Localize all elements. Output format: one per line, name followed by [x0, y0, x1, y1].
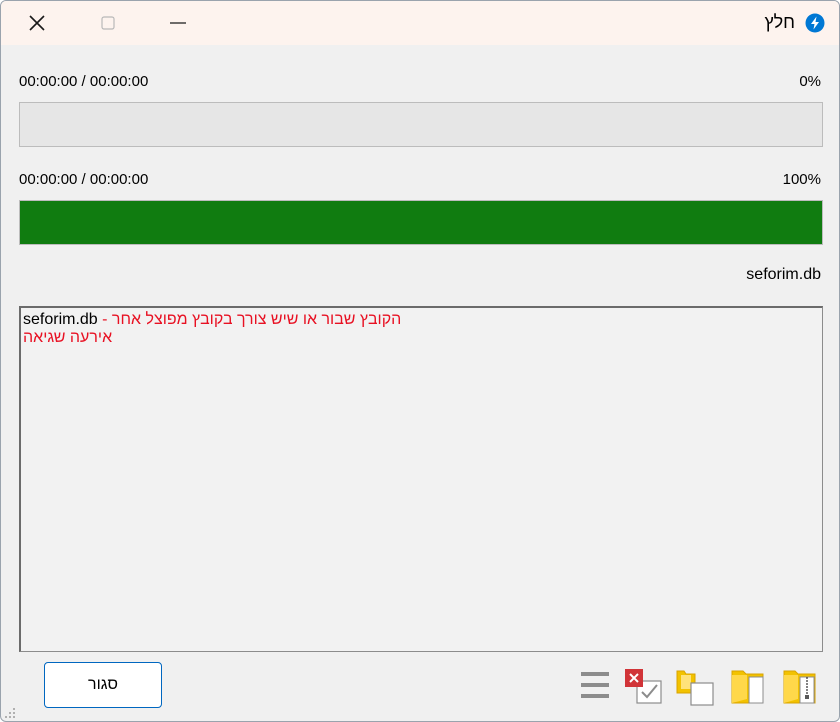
- primary-progress-bar: [19, 102, 823, 147]
- log-entry: seforim.db - הקובץ שבור או שיש צורך בקוב…: [23, 311, 820, 329]
- primary-time-readout: 00:00:00 / 00:00:00: [19, 73, 149, 90]
- menu-icon[interactable]: [577, 665, 617, 707]
- copy-icon[interactable]: [675, 665, 715, 707]
- close-button[interactable]: סגור: [44, 662, 162, 708]
- secondary-progress-bar: [19, 200, 823, 245]
- log-file-name: seforim.db: [23, 311, 98, 328]
- log-error-summary: אירעה שגיאה: [23, 329, 113, 346]
- open-archive-icon[interactable]: [781, 665, 821, 707]
- extract-dialog-window: חלץ 00:00:00 / 00:00:00 0% 00:00:00 / 00…: [0, 0, 840, 722]
- close-window-icon[interactable]: [14, 1, 60, 45]
- minimize-window-icon[interactable]: [155, 1, 201, 45]
- secondary-percent-label: 100%: [782, 171, 821, 188]
- primary-percent-label: 0%: [799, 73, 821, 90]
- open-folder-icon[interactable]: [729, 665, 769, 707]
- maximize-window-icon[interactable]: [85, 1, 131, 45]
- log-output[interactable]: seforim.db - הקובץ שבור או שיש צורך בקוב…: [19, 306, 823, 652]
- log-error-message: הקובץ שבור או שיש צורך בקובץ מפוצל אחר: [111, 311, 402, 328]
- window-title: חלץ: [764, 12, 795, 32]
- secondary-progress-fill: [20, 201, 822, 244]
- current-file-label: seforim.db: [746, 266, 821, 283]
- log-entry: אירעה שגיאה: [23, 329, 820, 347]
- secondary-time-readout: 00:00:00 / 00:00:00: [19, 171, 149, 188]
- clear-errors-icon[interactable]: [623, 665, 663, 707]
- resize-grip-icon[interactable]: [3, 706, 17, 720]
- title-bar: חלץ: [1, 1, 839, 45]
- log-separator: -: [97, 311, 112, 328]
- lightning-bolt-icon: [805, 13, 825, 33]
